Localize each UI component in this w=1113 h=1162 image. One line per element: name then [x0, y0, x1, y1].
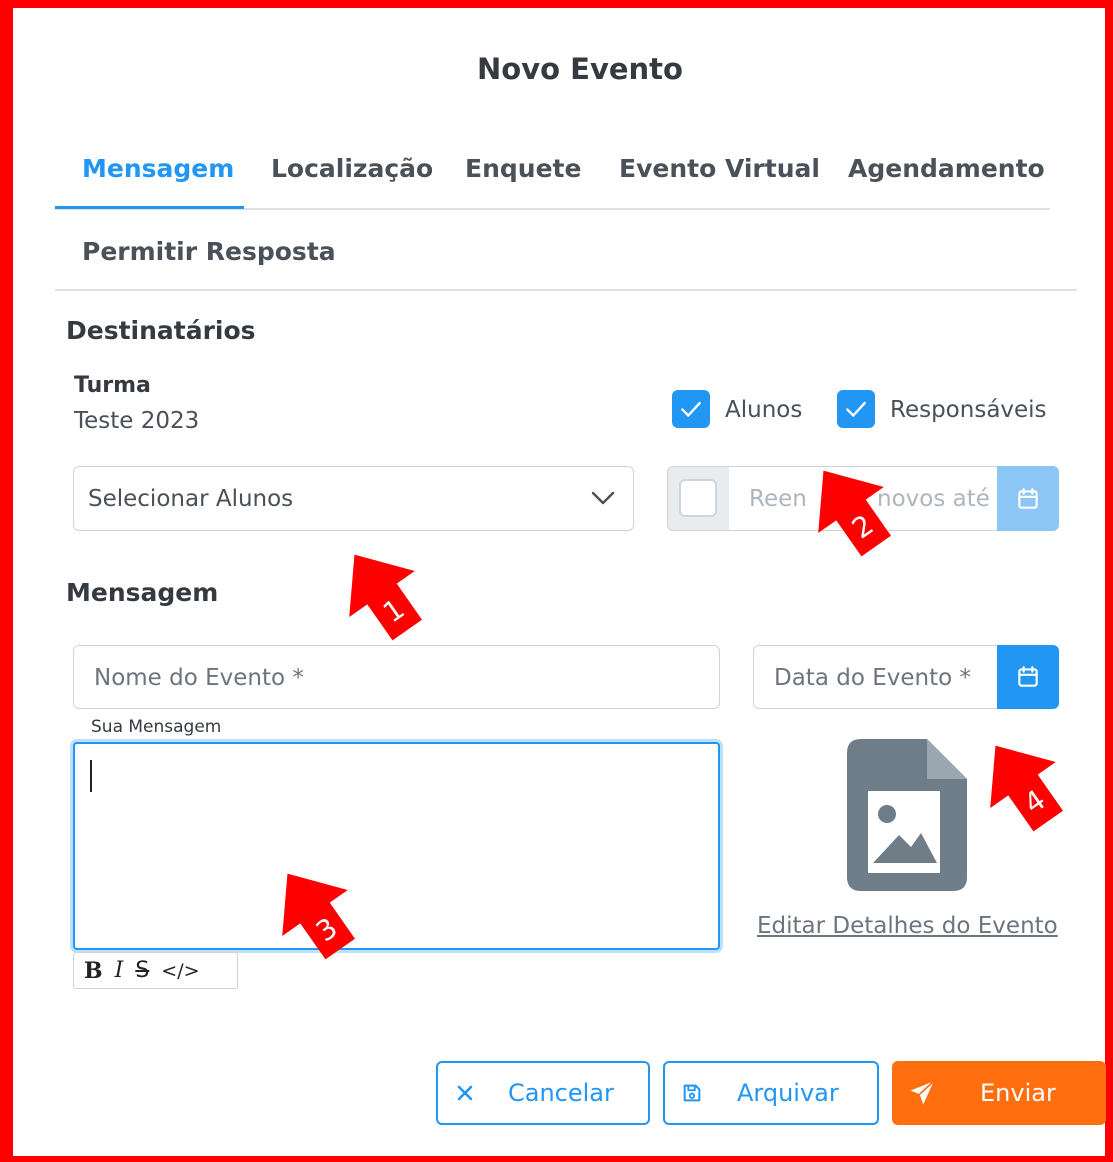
calendar-icon — [1018, 666, 1038, 687]
annotation-arrow-3: 3 — [282, 873, 355, 960]
archive-button-label: Arquivar — [737, 1079, 839, 1107]
editor-toolbar: B I S </> — [73, 952, 238, 989]
resend-calendar-button[interactable] — [997, 466, 1059, 531]
tab-evento-virtual[interactable]: Evento Virtual — [619, 154, 820, 183]
students-checkbox[interactable] — [672, 390, 710, 428]
tab-permitir-resposta[interactable]: Permitir Resposta — [82, 237, 336, 266]
resend-checkbox[interactable] — [679, 479, 717, 517]
annotation-arrow-1: 1 — [349, 554, 422, 641]
class-label: Turma — [74, 373, 151, 398]
code-button[interactable]: </> — [161, 960, 199, 982]
archive-button[interactable]: Arquivar — [663, 1061, 879, 1125]
check-icon — [846, 401, 866, 417]
annotation-arrow-4: 4 — [990, 745, 1063, 832]
students-checkbox-label: Alunos — [725, 397, 803, 423]
tab-enquete[interactable]: Enquete — [465, 154, 581, 183]
chevron-down-icon — [591, 491, 615, 505]
dialog-title: Novo Evento — [477, 52, 683, 86]
cancel-button-label: Cancelar — [508, 1079, 614, 1107]
tab-mensagem[interactable]: Mensagem — [82, 154, 234, 183]
send-button-label: Enviar — [980, 1079, 1056, 1107]
annotation-arrow-2: 2 — [818, 470, 891, 557]
tab-divider — [55, 289, 1077, 291]
text-cursor — [90, 760, 92, 792]
select-students-placeholder: Selecionar Alunos — [88, 486, 294, 512]
guardians-checkbox[interactable] — [837, 390, 875, 428]
calendar-icon — [1018, 487, 1038, 509]
check-icon — [681, 401, 701, 417]
select-students-dropdown[interactable]: Selecionar Alunos — [73, 466, 634, 531]
tab-localizacao[interactable]: Localização — [271, 154, 433, 183]
cancel-button[interactable]: Cancelar — [436, 1061, 650, 1125]
save-icon — [683, 1084, 701, 1102]
event-name-input[interactable]: Nome do Evento * — [73, 645, 720, 709]
close-icon — [457, 1085, 473, 1101]
bold-button[interactable]: B — [84, 958, 103, 984]
strike-button[interactable]: S — [135, 958, 149, 983]
class-value: Teste 2023 — [74, 408, 200, 434]
event-date-input[interactable]: Data do Evento * — [753, 645, 999, 709]
image-file-icon[interactable] — [847, 739, 967, 891]
paper-plane-icon — [910, 1080, 935, 1105]
tab-agendamento[interactable]: Agendamento — [848, 154, 1045, 183]
event-date-calendar-button[interactable] — [997, 645, 1059, 709]
active-tab-indicator — [55, 206, 244, 209]
italic-button[interactable]: I — [115, 958, 124, 983]
message-section-title: Mensagem — [66, 578, 219, 607]
message-editor[interactable] — [73, 742, 720, 950]
recipients-section-title: Destinatários — [66, 316, 256, 345]
editor-label: Sua Mensagem — [91, 717, 222, 737]
guardians-checkbox-label: Responsáveis — [890, 397, 1047, 423]
event-name-placeholder: Nome do Evento * — [94, 665, 304, 691]
resend-checkbox-addon — [667, 466, 730, 531]
edit-details-link[interactable]: Editar Detalhes do Evento — [757, 913, 1058, 939]
send-button[interactable]: Enviar — [892, 1061, 1106, 1125]
event-date-placeholder: Data do Evento * — [774, 665, 971, 691]
